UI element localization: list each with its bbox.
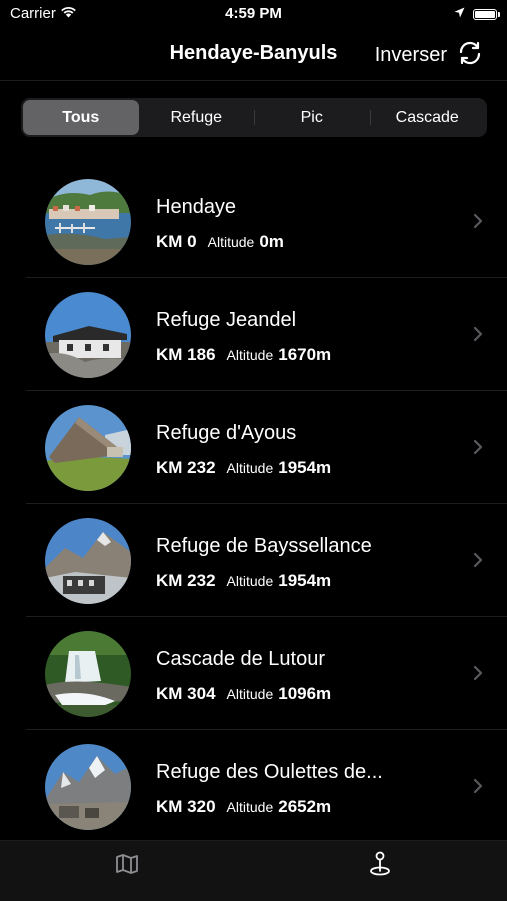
- location-pin-icon: [368, 851, 392, 882]
- item-km: KM 232: [156, 571, 216, 590]
- chevron-right-icon: [473, 213, 483, 234]
- item-altitude: 1096m: [278, 684, 332, 703]
- item-altitude-label: Altitude: [207, 234, 255, 250]
- chevron-right-icon: [473, 552, 483, 573]
- item-title: Refuge d'Ayous: [156, 422, 297, 444]
- item-altitude: 1954m: [278, 458, 332, 477]
- item-altitude-label: Altitude: [226, 686, 274, 702]
- item-altitude: 2652m: [278, 797, 332, 816]
- battery-fill: [475, 10, 495, 18]
- item-altitude: 1670m: [278, 345, 332, 364]
- poi-list: Hendaye KM 0 Altitude 0m Refuge Jeandel …: [0, 165, 507, 843]
- item-meta: KM 186 Altitude 1670m: [156, 345, 331, 365]
- item-altitude-label: Altitude: [226, 799, 274, 815]
- tab-map[interactable]: [107, 851, 147, 881]
- inverser-button[interactable]: Inverser: [375, 40, 483, 71]
- chevron-right-icon: [473, 665, 483, 686]
- item-meta: KM 232 Altitude 1954m: [156, 571, 331, 591]
- list-item[interactable]: Refuge Jeandel KM 186 Altitude 1670m: [0, 278, 507, 391]
- segment-tous[interactable]: Tous: [23, 100, 139, 135]
- item-title: Cascade de Lutour: [156, 648, 326, 670]
- filter-segmented-control: Tous Refuge Pic Cascade: [21, 98, 487, 137]
- list-item[interactable]: Hendaye KM 0 Altitude 0m: [0, 165, 507, 278]
- item-title: Refuge Jeandel: [156, 309, 297, 331]
- chevron-right-icon: [473, 778, 483, 799]
- location-photo: [45, 744, 131, 830]
- segment-refuge[interactable]: Refuge: [139, 100, 255, 135]
- item-altitude-label: Altitude: [226, 347, 274, 363]
- item-title: Refuge de Bayssellance: [156, 535, 372, 557]
- item-km: KM 232: [156, 458, 216, 477]
- battery-icon: [473, 8, 500, 20]
- item-altitude: 1954m: [278, 571, 332, 590]
- location-arrow-icon: [454, 5, 465, 23]
- inverser-label: Inverser: [374, 44, 447, 66]
- item-km: KM 304: [156, 684, 216, 703]
- item-title: Hendaye: [156, 196, 237, 218]
- location-photo: [45, 518, 131, 604]
- status-time: 4:59 PM: [225, 5, 282, 22]
- item-altitude: 0m: [259, 232, 284, 251]
- status-right: [454, 5, 500, 23]
- map-icon: [115, 853, 139, 880]
- chevron-right-icon: [473, 439, 483, 460]
- item-km: KM 0: [156, 232, 197, 251]
- item-altitude-label: Altitude: [226, 460, 274, 476]
- item-altitude-label: Altitude: [226, 573, 274, 589]
- item-meta: KM 0 Altitude 0m: [156, 232, 284, 252]
- item-meta: KM 232 Altitude 1954m: [156, 458, 331, 478]
- tab-locations[interactable]: [360, 851, 400, 881]
- list-item[interactable]: Refuge de Bayssellance KM 232 Altitude 1…: [0, 504, 507, 617]
- status-bar: Carrier 4:59 PM: [0, 0, 507, 28]
- item-title: Refuge des Oulettes de...: [156, 761, 383, 783]
- location-photo: [45, 405, 131, 491]
- list-item[interactable]: Refuge d'Ayous KM 232 Altitude 1954m: [0, 391, 507, 504]
- segment-pic[interactable]: Pic: [254, 100, 370, 135]
- location-photo: [45, 292, 131, 378]
- location-photo: [45, 631, 131, 717]
- item-meta: KM 320 Altitude 2652m: [156, 797, 331, 817]
- item-km: KM 186: [156, 345, 216, 364]
- chevron-right-icon: [473, 326, 483, 347]
- segment-cascade[interactable]: Cascade: [369, 100, 486, 135]
- nav-bar: Hendaye-Banyuls Inverser: [0, 28, 507, 81]
- tab-bar: [0, 840, 507, 901]
- item-km: KM 320: [156, 797, 216, 816]
- list-item[interactable]: Cascade de Lutour KM 304 Altitude 1096m: [0, 617, 507, 730]
- location-photo: [45, 179, 131, 265]
- item-meta: KM 304 Altitude 1096m: [156, 684, 331, 704]
- refresh-icon: [457, 40, 483, 71]
- list-item[interactable]: Refuge des Oulettes de... KM 320 Altitud…: [0, 730, 507, 843]
